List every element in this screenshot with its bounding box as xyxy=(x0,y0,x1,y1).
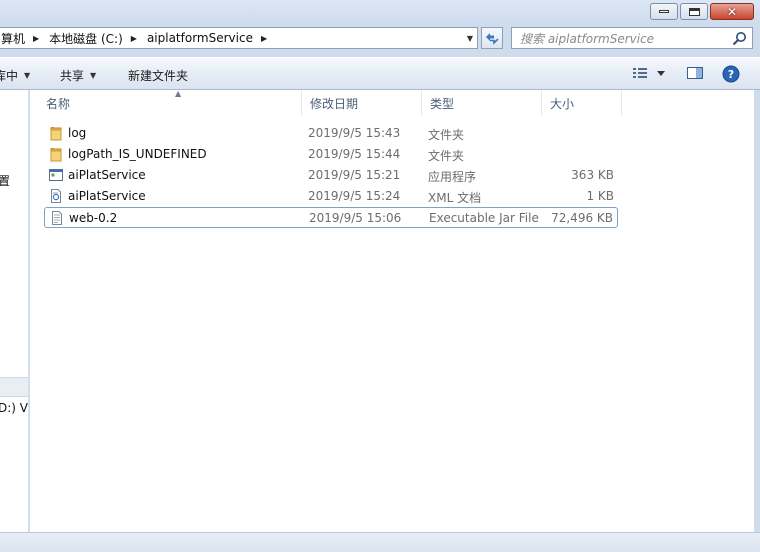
folder-icon xyxy=(50,148,62,162)
file-type: XML 文档 xyxy=(428,191,482,205)
file-type: 应用程序 xyxy=(428,170,477,184)
search-icon[interactable] xyxy=(732,31,747,46)
file-size: 72,496 KB xyxy=(551,211,613,225)
address-row: 算机 ▶ 本地磁盘 (C:) ▶ aiplatformService ▶ ▼ 搜… xyxy=(0,26,760,56)
file-date: 2019/9/5 15:21 xyxy=(308,168,401,182)
new-folder-button[interactable]: 新建文件夹 xyxy=(128,67,188,84)
search-placeholder: 搜索 aiplatformService xyxy=(520,31,655,46)
file-name: aiPlatService xyxy=(68,189,146,203)
refresh-button[interactable] xyxy=(481,27,503,49)
command-bar: 库中 ▼ 共享 ▼ 新建文件夹 ? xyxy=(0,57,760,90)
column-header-size[interactable]: 大小 xyxy=(542,90,622,116)
column-header-name[interactable]: 名称 ▲ xyxy=(38,89,302,116)
file-date: 2019/9/5 15:06 xyxy=(309,211,402,225)
file-type: Executable Jar File xyxy=(429,211,539,225)
nav-item-label[interactable]: 置 xyxy=(0,172,10,189)
sort-ascending-icon: ▲ xyxy=(175,89,182,98)
file-row-log[interactable]: log 2019/9/5 15:43 文件夹 xyxy=(44,123,618,144)
maximize-button[interactable] xyxy=(680,3,708,20)
new-folder-label: 新建文件夹 xyxy=(128,69,189,83)
exe-icon xyxy=(49,169,63,181)
file-row-web-jar[interactable]: web-0.2 2019/9/5 15:06 Executable Jar Fi… xyxy=(44,207,618,228)
breadcrumb-drive-c[interactable]: 本地磁盘 (C:) xyxy=(45,30,127,47)
column-header-label: 类型 xyxy=(430,96,455,111)
include-in-library-label: 库中 xyxy=(0,69,19,83)
file-date: 2019/9/5 15:43 xyxy=(308,126,401,140)
details-pane xyxy=(0,532,760,552)
window-border xyxy=(754,90,760,552)
window-controls: ✕ xyxy=(650,3,754,20)
close-icon: ✕ xyxy=(726,4,738,19)
address-bar[interactable]: 算机 ▶ 本地磁盘 (C:) ▶ aiplatformService ▶ ▼ xyxy=(0,27,478,49)
change-view-button[interactable] xyxy=(632,65,672,84)
chevron-down-icon: ▼ xyxy=(90,71,97,80)
file-name: logPath_IS_UNDEFINED xyxy=(68,147,207,161)
view-details-icon xyxy=(633,68,665,78)
column-header-label: 大小 xyxy=(550,96,575,111)
file-size: 363 KB xyxy=(571,168,614,182)
minimize-button[interactable] xyxy=(650,3,678,20)
file-name: web-0.2 xyxy=(69,211,118,225)
folder-icon xyxy=(50,127,62,141)
refresh-icon xyxy=(486,33,499,45)
breadcrumb-label: 本地磁盘 (C:) xyxy=(49,31,123,46)
column-header-label: 修改日期 xyxy=(310,96,359,111)
title-bar: ✕ xyxy=(0,0,760,26)
file-row-aiplatservice-xml[interactable]: aiPlatService 2019/9/5 15:24 XML 文档 1 KB xyxy=(44,186,618,207)
close-button[interactable]: ✕ xyxy=(710,3,754,20)
address-dropdown-icon[interactable]: ▼ xyxy=(467,34,473,43)
jar-file-icon xyxy=(52,211,62,225)
search-input[interactable]: 搜索 aiplatformService xyxy=(511,27,753,49)
file-type: 文件夹 xyxy=(428,128,465,142)
column-header-date[interactable]: 修改日期 xyxy=(302,90,422,116)
file-row-aiplatservice-exe[interactable]: aiPlatService 2019/9/5 15:21 应用程序 363 KB xyxy=(44,165,618,186)
breadcrumb-label: aiplatformService xyxy=(146,31,253,45)
maximize-icon xyxy=(688,7,700,16)
help-button[interactable]: ? xyxy=(722,65,740,86)
file-list-pane: 名称 ▲ 修改日期 类型 大小 log 2019/9/5 15:43 文件夹 l… xyxy=(30,89,754,532)
xml-icon xyxy=(51,189,61,203)
file-size: 1 KB xyxy=(586,189,614,203)
breadcrumb-aiplatformservice[interactable]: aiplatformService xyxy=(143,31,257,45)
nav-divider xyxy=(0,377,28,397)
file-row-logpath[interactable]: logPath_IS_UNDEFINED 2019/9/5 15:44 文件夹 xyxy=(44,144,618,165)
column-header-type[interactable]: 类型 xyxy=(422,90,542,116)
breadcrumb-chevron-icon[interactable]: ▶ xyxy=(33,34,39,43)
include-in-library-button[interactable]: 库中 ▼ xyxy=(0,67,30,84)
svg-text:?: ? xyxy=(728,68,734,81)
share-button[interactable]: 共享 ▼ xyxy=(60,67,96,84)
file-date: 2019/9/5 15:24 xyxy=(308,189,401,203)
chevron-down-icon: ▼ xyxy=(24,71,31,80)
breadcrumb-label: 算机 xyxy=(1,31,26,46)
breadcrumb-chevron-icon[interactable]: ▶ xyxy=(261,34,267,43)
minimize-icon xyxy=(659,10,669,13)
preview-pane-icon xyxy=(687,67,703,79)
help-icon: ? xyxy=(722,65,740,83)
file-date: 2019/9/5 15:44 xyxy=(308,147,401,161)
breadcrumb-chevron-icon[interactable]: ▶ xyxy=(131,34,137,43)
nav-item-drive-d[interactable]: D:) VM xyxy=(0,401,28,415)
navigation-pane: 置 D:) VM xyxy=(0,90,29,532)
preview-pane-button[interactable] xyxy=(686,65,704,84)
breadcrumb-computer[interactable]: 算机 xyxy=(0,30,29,47)
file-name: aiPlatService xyxy=(68,168,146,182)
column-header-label: 名称 xyxy=(46,96,71,111)
share-label: 共享 xyxy=(60,69,85,83)
file-name: log xyxy=(68,126,87,140)
file-type: 文件夹 xyxy=(428,149,465,163)
